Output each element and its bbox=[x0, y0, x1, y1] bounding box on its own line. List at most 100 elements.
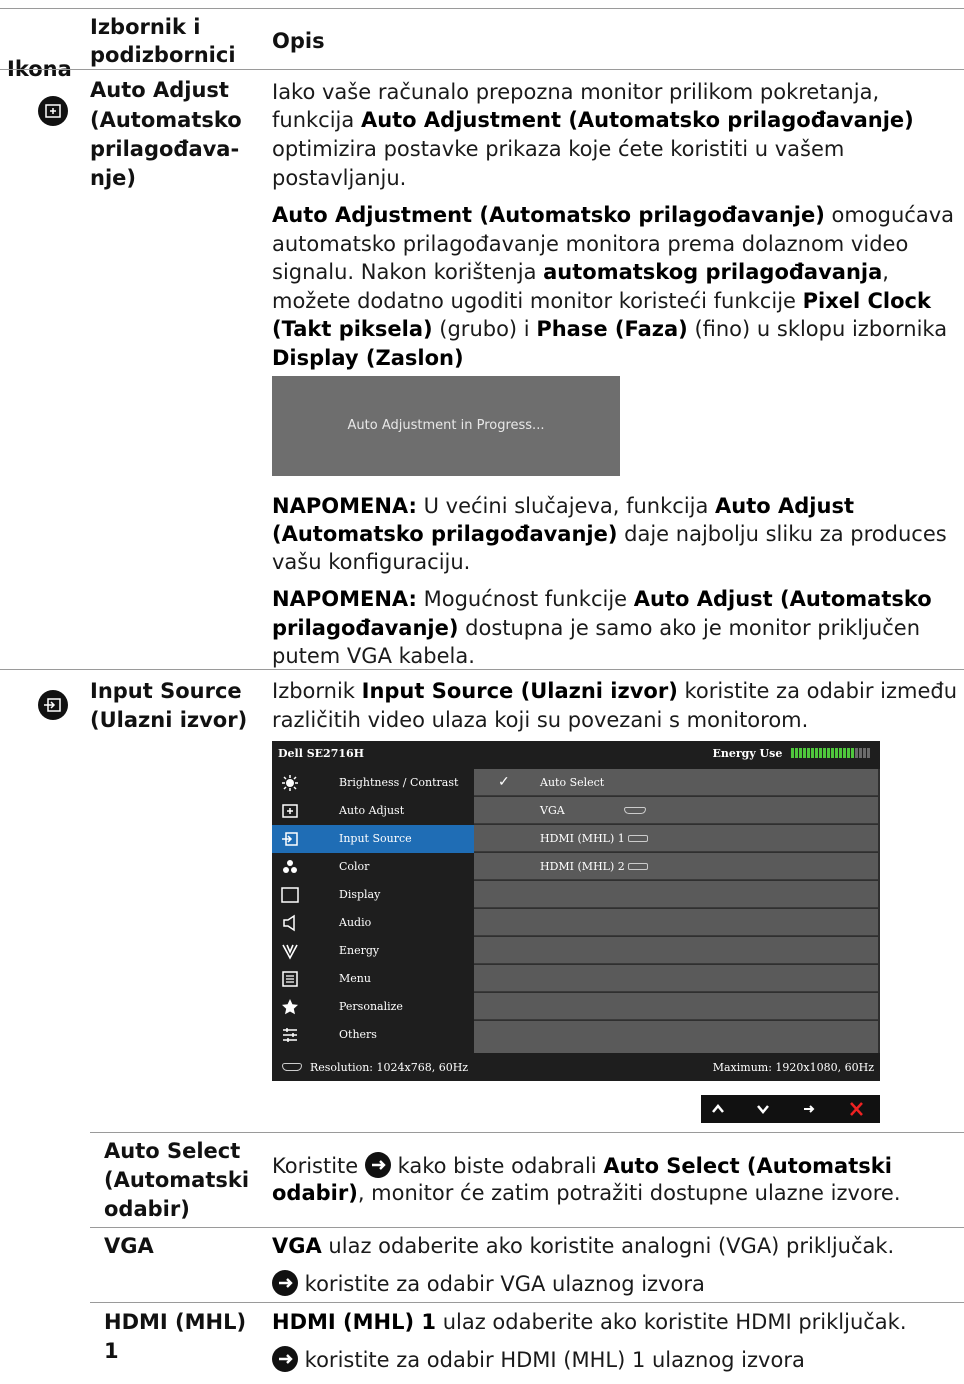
aa-note2-line3: putem VGA kabela. bbox=[272, 644, 475, 668]
aa-note1-line3: vašu konfiguraciju. bbox=[272, 550, 471, 574]
energy-bar-segment bbox=[811, 748, 814, 758]
energy-bar-segment bbox=[827, 748, 830, 758]
select-arrow-icon bbox=[272, 1270, 298, 1296]
chevron-up-icon bbox=[712, 1104, 724, 1113]
star-icon bbox=[282, 999, 298, 1015]
osd-empty-row bbox=[474, 993, 878, 1020]
menu-icon bbox=[282, 971, 298, 987]
osd-menu-label: Energy bbox=[339, 944, 380, 957]
close-icon bbox=[850, 1102, 863, 1116]
aa-note2-line2: prilagođavanje) dostupna je samo ako je … bbox=[272, 616, 920, 640]
osd-energy-bars bbox=[790, 747, 870, 760]
osd-menu-label: Menu bbox=[339, 972, 371, 985]
row-rule-2 bbox=[90, 1132, 964, 1133]
osd-menu-screenshot: Dell SE2716H Energy Use Brightness / Con… bbox=[272, 741, 880, 1081]
down-button[interactable] bbox=[748, 1098, 778, 1120]
osd-navigation-buttons bbox=[701, 1095, 880, 1123]
auto-adjust-title-2: (Automatsko bbox=[90, 108, 242, 132]
aa-p1-line4: postavljanju. bbox=[272, 166, 407, 190]
aa-note2-line1: NAPOMENA: Mogućnost funkcije Auto Adjust… bbox=[272, 587, 932, 611]
osd-empty-row bbox=[474, 881, 878, 908]
arrow-right-icon bbox=[804, 1105, 815, 1113]
osd-option-auto-select[interactable]: ✓ Auto Select bbox=[474, 769, 878, 796]
is-desc-line2: različitih video ulaza koji su povezani … bbox=[272, 708, 809, 732]
osd-menu-input-source[interactable]: Input Source bbox=[272, 825, 474, 853]
osd-menu-energy[interactable]: Energy bbox=[272, 937, 474, 965]
aa-p2-line1: Auto Adjustment (Automatsko prilagođavan… bbox=[272, 203, 955, 227]
osd-menu-color[interactable]: Color bbox=[272, 853, 474, 881]
aa-p2-line5: (Takt piksela) (grubo) i Phase (Faza) (f… bbox=[272, 317, 948, 341]
auto-select-title-3: odabir) bbox=[104, 1197, 190, 1221]
auto-adjust-title-4: nje) bbox=[90, 166, 136, 190]
aa-note1-line2: (Automatsko prilagođavanje) daje najbolj… bbox=[272, 522, 947, 546]
vga-line1: VGA ulaz odaberite ako koristite analogn… bbox=[272, 1234, 895, 1258]
osd-menu-others[interactable]: Others bbox=[272, 1021, 474, 1049]
energy-bar-segment bbox=[835, 748, 838, 758]
aa-p1-line2: funkcija Auto Adjustment (Automatsko pri… bbox=[272, 108, 914, 132]
energy-bar-segment bbox=[831, 748, 834, 758]
energy-bar-segment bbox=[819, 748, 822, 758]
energy-bar-segment bbox=[859, 748, 862, 758]
checkmark-icon: ✓ bbox=[498, 774, 510, 790]
osd-menu-brightness[interactable]: Brightness / Contrast bbox=[272, 769, 474, 797]
aa-p2-line6: Display (Zaslon) bbox=[272, 346, 464, 370]
auto-select-title-2: (Automatski bbox=[104, 1168, 250, 1192]
hdmi1-line2: koristite za odabir HDMI (MHL) 1 ulaznog… bbox=[272, 1346, 805, 1372]
osd-menu-label: Brightness / Contrast bbox=[339, 776, 459, 789]
brightness-icon bbox=[282, 775, 298, 791]
row-rule-4 bbox=[90, 1302, 964, 1303]
as-line1: Koristite kako biste odabrali Auto Selec… bbox=[272, 1152, 892, 1178]
as-line2: odabir), monitor će zatim potražiti dost… bbox=[272, 1181, 901, 1205]
osd-menu-display[interactable]: Display bbox=[272, 881, 474, 909]
display-icon bbox=[281, 887, 299, 903]
osd-maximum-resolution: Maximum: 1920x1080, 60Hz bbox=[712, 1061, 874, 1074]
osd-submenu: ✓ Auto Select VGA HDMI (MHL) 1 HDMI (MHL… bbox=[474, 769, 880, 1053]
osd-menu-label: Input Source bbox=[339, 832, 412, 845]
osd-energy-meter: Energy Use bbox=[712, 747, 870, 760]
hdmi1-line1: HDMI (MHL) 1 ulaz odaberite ako koristit… bbox=[272, 1310, 907, 1334]
col-desc-header: Opis bbox=[272, 29, 325, 53]
chevron-down-icon bbox=[757, 1105, 769, 1114]
energy-icon bbox=[282, 944, 298, 960]
osd-menu-personalize[interactable]: Personalize bbox=[272, 993, 474, 1021]
aa-p1-line1: Iako vaše računalo prepozna monitor pril… bbox=[272, 80, 880, 104]
osd-option-hdmi2[interactable]: HDMI (MHL) 2 bbox=[474, 853, 878, 880]
energy-bar-segment bbox=[815, 748, 818, 758]
osd-option-vga[interactable]: VGA bbox=[474, 797, 878, 824]
osd-option-label: Auto Select bbox=[540, 776, 605, 789]
input-source-title-2: (Ulazni izvor) bbox=[90, 708, 248, 732]
aa-p2-line4: možete dodatno ugoditi monitor koristeći… bbox=[272, 289, 931, 313]
energy-bar-segment bbox=[863, 748, 866, 758]
energy-bar-segment bbox=[799, 748, 802, 758]
row-rule-3 bbox=[90, 1227, 964, 1228]
osd-menu-label: Auto Adjust bbox=[339, 804, 405, 817]
auto-adjust-title-1: Auto Adjust bbox=[90, 78, 229, 102]
auto-adjust-icon bbox=[38, 96, 68, 126]
col-menu-header-line2: podizbornici bbox=[90, 43, 236, 67]
osd-option-label: VGA bbox=[540, 804, 565, 817]
osd-menu-menu[interactable]: Menu bbox=[272, 965, 474, 993]
energy-bar-segment bbox=[855, 748, 858, 758]
hdmi1-title-2: 1 bbox=[104, 1339, 119, 1363]
osd-menu-auto-adjust[interactable]: Auto Adjust bbox=[272, 797, 474, 825]
energy-bar-segment bbox=[867, 748, 870, 758]
osd-status-bar: Resolution: 1024x768, 60Hz Maximum: 1920… bbox=[272, 1053, 880, 1081]
energy-bar-segment bbox=[839, 748, 842, 758]
vga-port-icon bbox=[624, 807, 646, 814]
osd-option-label: HDMI (MHL) 1 bbox=[540, 832, 625, 845]
select-arrow-icon bbox=[272, 1346, 298, 1372]
osd-model-name: Dell SE2716H bbox=[278, 747, 365, 760]
exit-button[interactable] bbox=[841, 1098, 871, 1120]
auto-adjust-progress-banner: Auto Adjustment in Progress... bbox=[272, 376, 620, 476]
osd-menu-label: Color bbox=[339, 860, 370, 873]
up-button[interactable] bbox=[703, 1098, 733, 1120]
osd-menu-audio[interactable]: Audio bbox=[272, 909, 474, 937]
auto-select-title-1: Auto Select bbox=[104, 1139, 241, 1163]
aa-note1-line1: NAPOMENA: U većini slučajeva, funkcija A… bbox=[272, 494, 854, 518]
select-button[interactable] bbox=[794, 1098, 824, 1120]
osd-menu-label: Display bbox=[339, 888, 381, 901]
osd-resolution: Resolution: 1024x768, 60Hz bbox=[310, 1061, 469, 1074]
energy-bar-segment bbox=[851, 748, 854, 758]
select-arrow-icon bbox=[364, 1152, 391, 1178]
osd-option-hdmi1[interactable]: HDMI (MHL) 1 bbox=[474, 825, 878, 852]
